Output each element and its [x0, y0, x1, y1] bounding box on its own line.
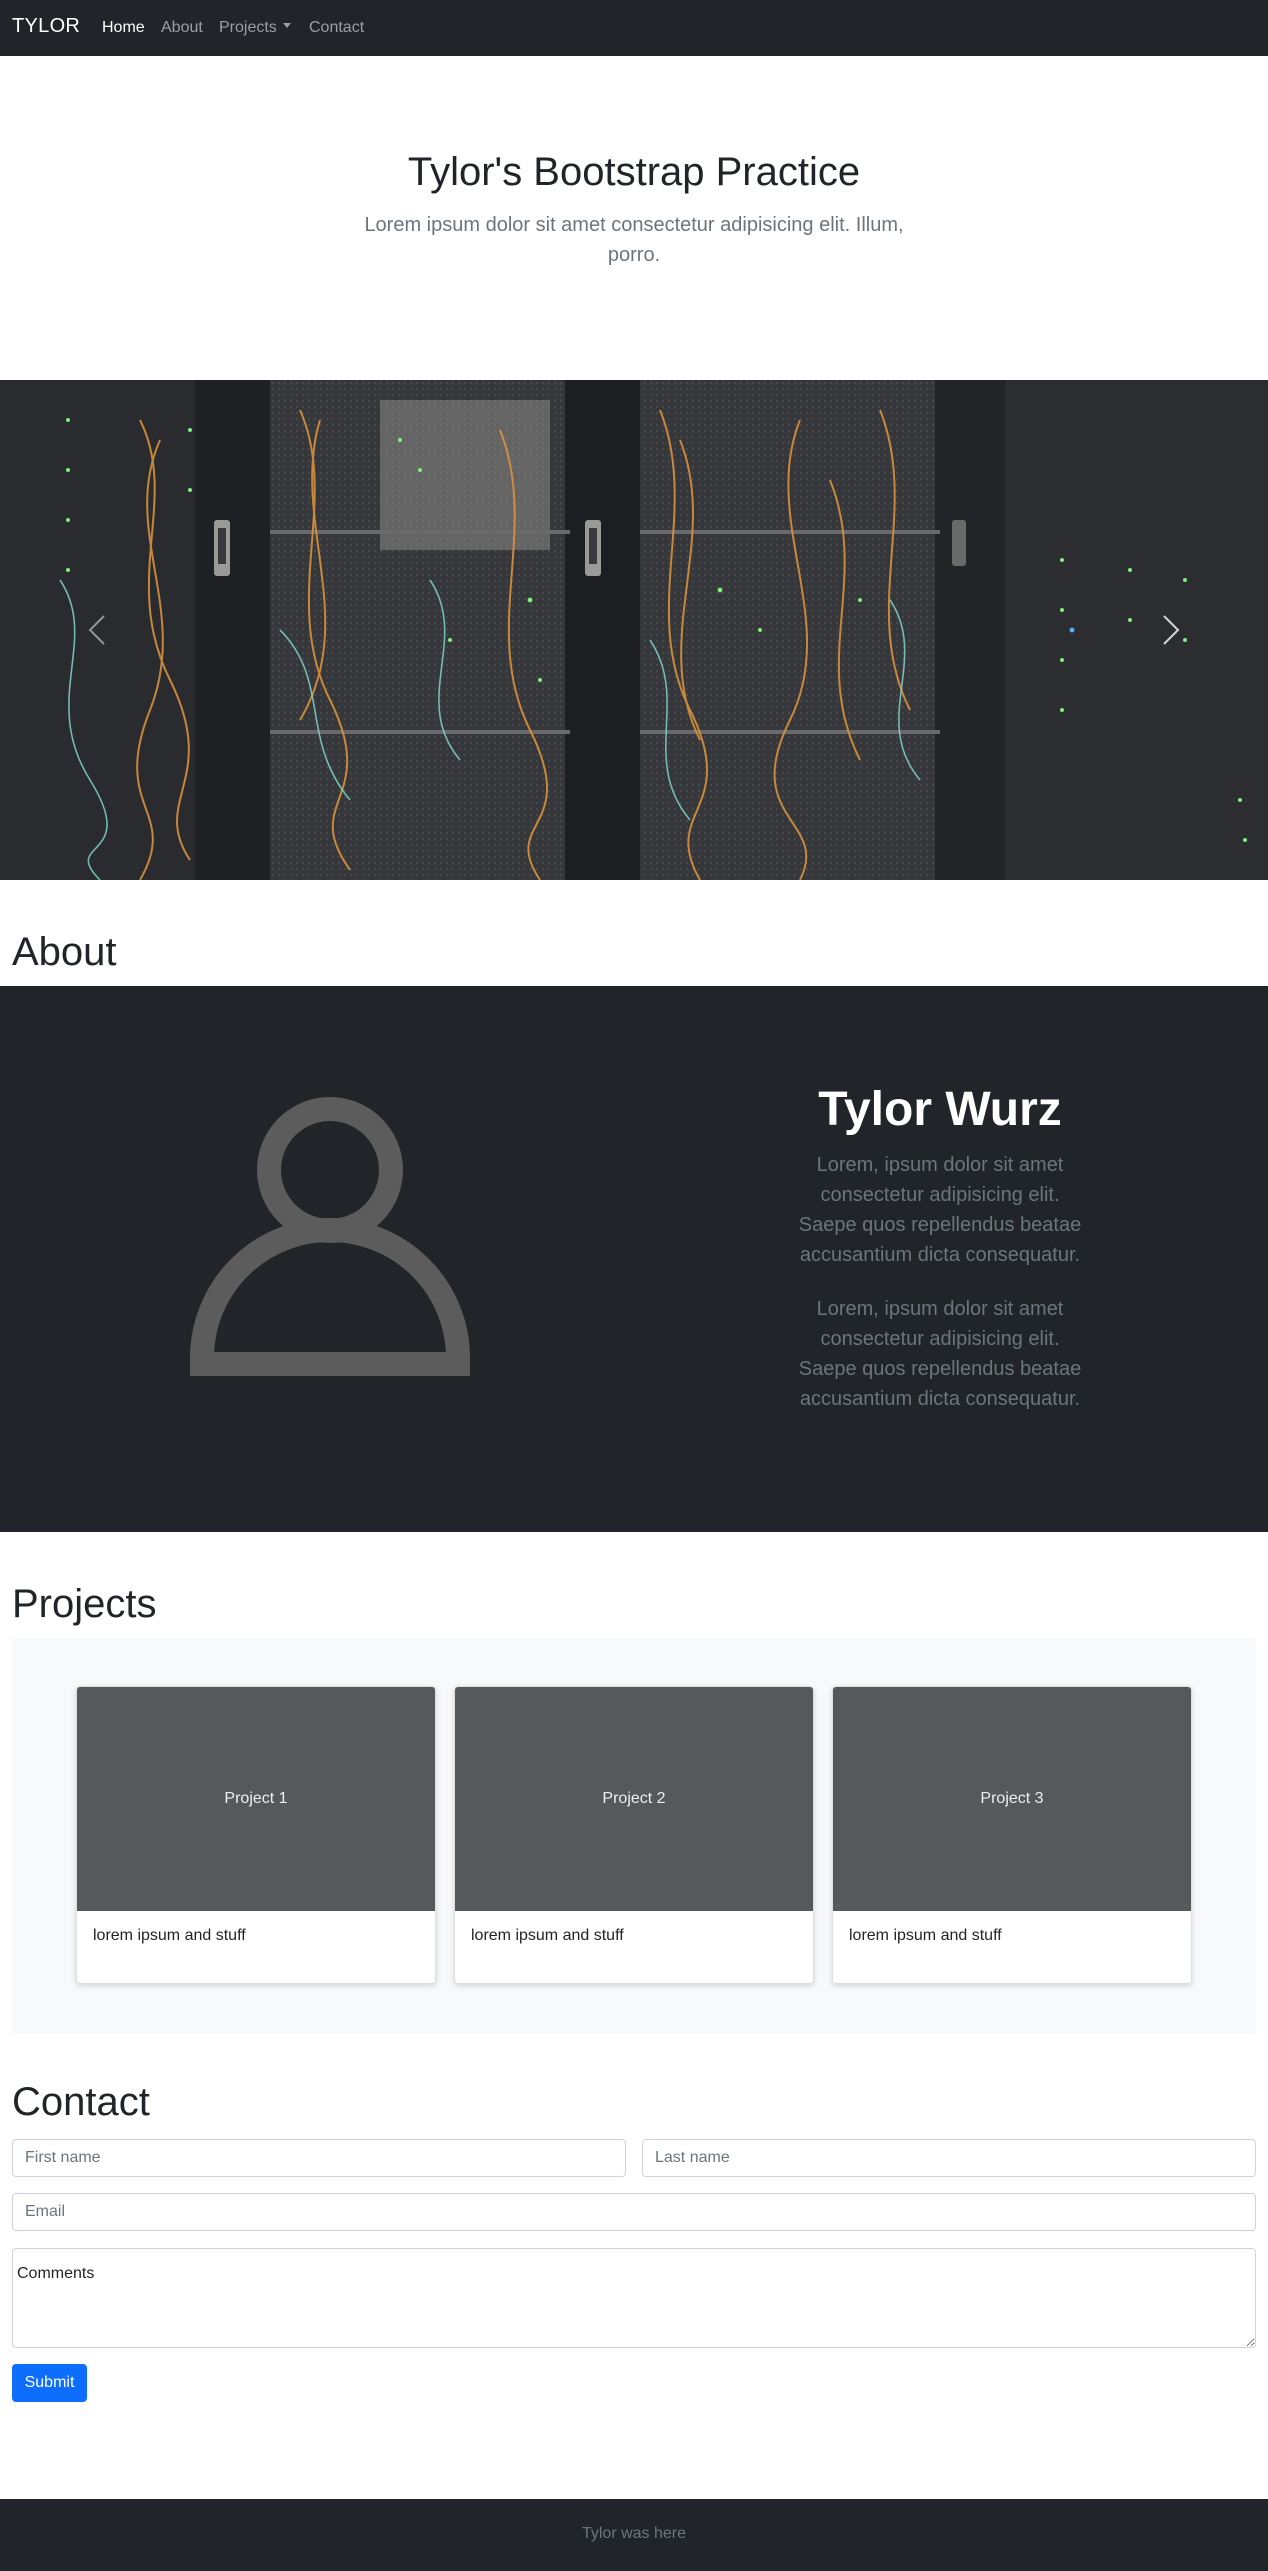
- project-card-text: lorem ipsum and stuff: [471, 1927, 624, 1944]
- last-name-field[interactable]: [642, 2139, 1256, 2177]
- project-card-text: lorem ipsum and stuff: [849, 1927, 1002, 1944]
- navbar: TYLOR Home About Projects Contact: [0, 0, 1268, 56]
- hero-lead: Lorem ipsum dolor sit amet consectetur a…: [364, 214, 904, 266]
- project-card[interactable]: Project 1 lorem ipsum and stuff: [76, 1686, 436, 1984]
- project-card[interactable]: Project 3 lorem ipsum and stuff: [832, 1686, 1192, 1984]
- about-heading: About: [12, 930, 117, 974]
- carousel-prev-button[interactable]: [78, 610, 118, 650]
- carousel: [0, 380, 1268, 880]
- navbar-brand[interactable]: TYLOR: [12, 15, 80, 38]
- submit-button[interactable]: Submit: [12, 2364, 87, 2402]
- comments-field[interactable]: [12, 2248, 1256, 2348]
- carousel-image: [0, 380, 1268, 880]
- email-field[interactable]: [12, 2193, 1256, 2231]
- projects-heading: Projects: [12, 1582, 157, 1626]
- project-card-image: Project 2: [455, 1687, 813, 1911]
- hero-title: Tylor's Bootstrap Practice: [407, 150, 861, 194]
- project-card-image: Project 1: [77, 1687, 435, 1911]
- footer: Tylor was here: [0, 2499, 1268, 2571]
- about-paragraph-2: Lorem, ipsum dolor sit amet consectetur …: [798, 1298, 1082, 1410]
- nav-link-about[interactable]: About: [161, 19, 203, 37]
- chevron-down-icon: [282, 23, 291, 29]
- project-card-text: lorem ipsum and stuff: [93, 1927, 246, 1944]
- chevron-right-icon: [1163, 615, 1180, 645]
- carousel-next-button[interactable]: [1150, 610, 1190, 650]
- nav-link-projects[interactable]: Projects: [219, 19, 291, 37]
- about-paragraph-1: Lorem, ipsum dolor sit amet consectetur …: [798, 1154, 1082, 1266]
- nav-link-home[interactable]: Home: [102, 19, 145, 37]
- nav-link-projects-label: Projects: [219, 19, 277, 36]
- projects-section: Project 1 lorem ipsum and stuff Project …: [12, 1638, 1256, 2034]
- contact-heading: Contact: [12, 2080, 150, 2124]
- person-icon: [190, 1097, 470, 1376]
- chevron-left-icon: [88, 615, 105, 645]
- about-section: Tylor Wurz Lorem, ipsum dolor sit amet c…: [0, 986, 1268, 1532]
- first-name-field[interactable]: [12, 2139, 626, 2177]
- footer-text: Tylor was here: [581, 2525, 687, 2542]
- project-card[interactable]: Project 2 lorem ipsum and stuff: [454, 1686, 814, 1984]
- project-card-image: Project 3: [833, 1687, 1191, 1911]
- nav-link-contact[interactable]: Contact: [309, 19, 364, 37]
- about-name: Tylor Wurz: [818, 1083, 1062, 1136]
